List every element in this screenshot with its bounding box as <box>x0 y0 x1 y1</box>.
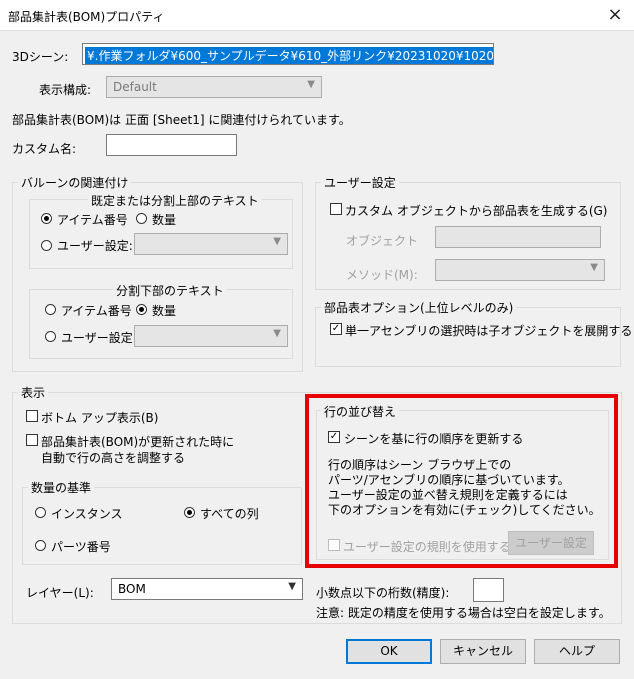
user-setting-button[interactable]: ユーザー設定 <box>508 531 594 555</box>
layer-value: BOM <box>118 582 146 596</box>
auto-height-label-2: 自動で行の高さを調整する <box>41 451 186 465</box>
display-config-value: Default <box>113 80 157 94</box>
lower-user-select[interactable]: ▼ <box>134 325 288 347</box>
method-label: メソッド(M): <box>346 268 418 282</box>
cancel-button[interactable]: キャンセル <box>440 639 526 664</box>
decimals-note: 注意: 既定の精度を使用する場合は空白を設定します。 <box>316 606 611 620</box>
lower-user-radio[interactable] <box>45 331 56 342</box>
lower-qty-label: 数量 <box>152 304 177 318</box>
linked-note: 部品集計表(BOM)は 正面 [Sheet1] に関連付けられています。 <box>12 113 351 127</box>
chevron-down-icon: ▼ <box>288 581 296 592</box>
upper-user-radio[interactable] <box>41 240 52 251</box>
upper-user-label: ユーザー設定: <box>57 239 133 253</box>
method-select[interactable]: ▼ <box>435 259 605 281</box>
all-columns-radio[interactable] <box>184 507 195 518</box>
upper-user-select[interactable]: ▼ <box>134 233 288 255</box>
update-order-label: シーンを基に行の順序を更新する <box>344 432 524 446</box>
row-sort-title: 行の並び替え <box>321 403 400 420</box>
display-config-label: 表示構成: <box>39 83 92 97</box>
custom-name-input[interactable] <box>106 134 237 156</box>
lower-item-label: アイテム番号 <box>61 304 132 318</box>
window-title: 部品集計表(BOM)プロパティ <box>8 10 165 24</box>
balloon-upper-title: 既定または分割上部のテキスト <box>88 192 262 209</box>
lower-qty-radio[interactable] <box>136 304 147 315</box>
use-rule-label: ユーザー設定の規則を使用する <box>343 540 511 554</box>
expand-children-checkbox[interactable]: ✓ <box>330 323 342 335</box>
balloon-group-title: バルーンの関連付け <box>18 174 132 191</box>
update-order-checkbox[interactable]: ✓ <box>328 431 340 443</box>
help-button[interactable]: ヘルプ <box>534 639 620 664</box>
object-label: オブジェクト <box>346 234 419 248</box>
use-rule-checkbox[interactable] <box>328 539 340 551</box>
scene-path-text: ¥.作業フォルダ¥600_サンプルデータ¥610_外部リンク¥20231020¥… <box>85 47 493 64</box>
part-number-radio[interactable] <box>35 540 46 551</box>
scene-label: 3Dシーン: <box>12 50 69 64</box>
expand-children-label: 単一アセンブリの選択時は子オブジェクトを展開する <box>345 324 633 338</box>
layer-select[interactable]: BOM ▼ <box>111 578 303 600</box>
part-number-label: パーツ番号 <box>51 540 111 554</box>
decimals-input[interactable] <box>473 578 504 602</box>
instance-label: インスタンス <box>51 507 123 521</box>
title-bar: 部品集計表(BOM)プロパティ × <box>0 0 634 31</box>
layer-label: レイヤー(L): <box>26 586 94 600</box>
qty-basis-title: 数量の基準 <box>28 479 95 496</box>
custom-name-label: カスタム名: <box>12 142 77 156</box>
chevron-down-icon: ▼ <box>273 328 281 339</box>
decimals-label: 小数点以下の桁数(精度): <box>316 586 450 600</box>
close-icon[interactable]: × <box>603 3 627 27</box>
upper-qty-label: 数量 <box>152 213 177 227</box>
user-settings-title: ユーザー設定 <box>321 174 399 191</box>
upper-qty-radio[interactable] <box>136 213 147 224</box>
bom-options-title: 部品表オプション(上位レベルのみ) <box>321 299 517 316</box>
auto-height-label-1: 部品集計表(BOM)が更新された時に <box>41 435 235 449</box>
bottom-up-checkbox[interactable] <box>26 410 38 422</box>
balloon-lower-group <box>29 289 293 359</box>
lower-item-radio[interactable] <box>45 304 56 315</box>
ok-button[interactable]: OK <box>346 639 432 664</box>
display-config-select[interactable]: Default ▼ <box>106 76 322 98</box>
balloon-lower-title: 分割下部のテキスト <box>113 282 227 299</box>
custom-object-label: カスタム オブジェクトから部品表を生成する(G) <box>345 204 608 218</box>
chevron-down-icon: ▼ <box>307 79 315 90</box>
auto-height-checkbox[interactable] <box>26 434 38 446</box>
chevron-down-icon: ▼ <box>590 262 598 273</box>
display-group-title: 表示 <box>18 384 49 401</box>
all-columns-label: すべての列 <box>200 507 259 521</box>
instance-radio[interactable] <box>35 507 46 518</box>
scene-path-field[interactable]: ¥.作業フォルダ¥600_サンプルデータ¥610_外部リンク¥20231020¥… <box>82 43 494 65</box>
upper-item-radio[interactable] <box>41 213 52 224</box>
chevron-down-icon: ▼ <box>273 236 281 247</box>
row-sort-desc-4: 下のオプションを有効に(チェック)してください。 <box>328 503 601 517</box>
upper-item-label: アイテム番号 <box>57 213 128 227</box>
custom-object-checkbox[interactable] <box>330 203 342 215</box>
bottom-up-label: ボトム アップ表示(B) <box>41 411 159 425</box>
object-field[interactable] <box>435 226 601 248</box>
lower-user-label: ユーザー設定 <box>61 331 133 345</box>
